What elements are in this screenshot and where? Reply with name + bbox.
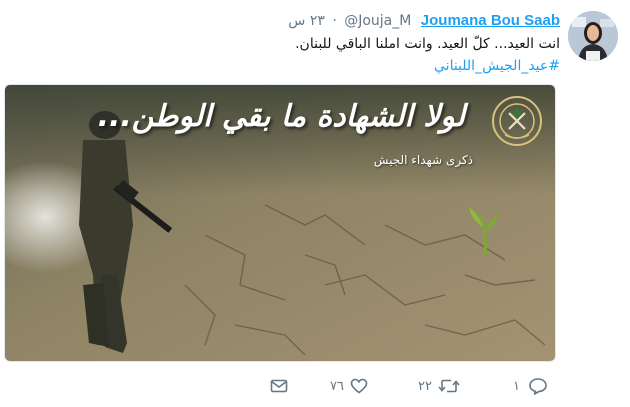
reply-icon bbox=[529, 378, 547, 395]
image-subtitle: ذكرى شهداء الجيش bbox=[373, 153, 473, 167]
like-count: ٧٦ bbox=[330, 378, 344, 394]
retweet-count: ٢٢ bbox=[418, 378, 432, 394]
tweet-body: انت العيد... كلّ العيد. وانت املنا الباق… bbox=[295, 36, 560, 52]
direct-message-button[interactable] bbox=[270, 374, 288, 398]
heart-icon bbox=[350, 378, 368, 394]
reply-count: ١ bbox=[513, 378, 520, 394]
like-button[interactable]: ٧٦ bbox=[330, 374, 368, 398]
retweet-icon bbox=[438, 379, 460, 393]
author-name[interactable]: Joumana Bou Saab bbox=[421, 11, 560, 31]
author-handle[interactable]: @Jouja_M bbox=[344, 11, 411, 31]
tweet-image[interactable]: لولا الشهادة ما بقي الوطن... ذكرى شهداء … bbox=[4, 84, 556, 362]
tweet-timestamp[interactable]: ٢٣ س bbox=[288, 11, 325, 31]
separator-dot: · bbox=[332, 13, 337, 29]
image-slogan: لولا الشهادة ما بقي الوطن... bbox=[97, 99, 465, 134]
tweet-header: ٢٣ س · @Jouja_M Joumana Bou Saab bbox=[288, 11, 560, 31]
tweet-text: انت العيد... كلّ العيد. وانت املنا الباق… bbox=[80, 33, 560, 77]
tweet-actions: ٧٦ ٢٢ ١ bbox=[270, 374, 560, 398]
envelope-icon bbox=[270, 379, 288, 393]
retweet-button[interactable]: ٢٢ bbox=[418, 374, 460, 398]
reply-button[interactable]: ١ bbox=[513, 374, 548, 398]
hashtag-link[interactable]: #عيد_الجيش_اللبناني bbox=[80, 55, 560, 77]
author-avatar[interactable] bbox=[568, 11, 618, 61]
tweet-card[interactable]: ٢٣ س · @Jouja_M Joumana Bou Saab انت الع… bbox=[0, 0, 630, 407]
army-emblem-icon bbox=[491, 95, 543, 147]
